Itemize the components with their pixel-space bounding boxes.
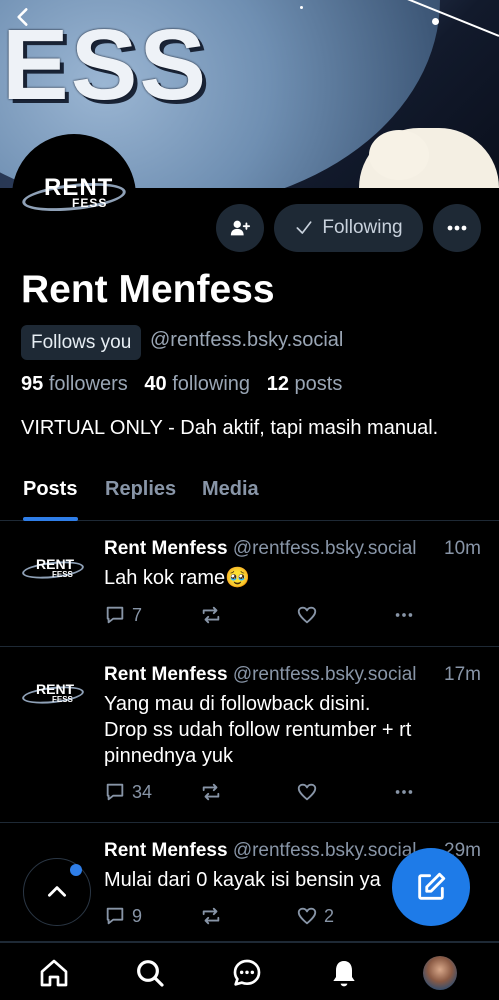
post-more-button[interactable] (392, 604, 416, 626)
banner-star (300, 6, 303, 9)
repost-button[interactable] (200, 905, 228, 927)
reply-button[interactable]: 9 (104, 905, 142, 927)
repost-icon (202, 783, 220, 801)
heart-icon (297, 783, 317, 801)
banner-star (432, 18, 439, 25)
reply-button[interactable]: 7 (104, 604, 142, 626)
nav-profile[interactable] (423, 956, 457, 990)
more-horizontal-icon (395, 613, 413, 617)
chevron-left-icon (17, 8, 28, 26)
search-icon (137, 960, 164, 987)
post-header: Rent Menfess @rentfess.bsky.social (104, 664, 438, 686)
back-button[interactable] (10, 4, 38, 32)
reply-button[interactable]: 34 (104, 781, 152, 803)
rentfess-logo: RENT FESS (20, 174, 128, 218)
nav-home[interactable] (37, 956, 71, 990)
profile-handle: @rentfess.bsky.social (150, 329, 344, 351)
post-author[interactable]: Rent Menfess (104, 538, 228, 559)
post-actions: 7 (104, 604, 444, 628)
chevron-up-icon (48, 886, 66, 897)
following-link[interactable]: 40 following (144, 373, 250, 395)
compose-icon (418, 872, 446, 900)
post-item[interactable]: RENT FESS Rent Menfess @rentfess.bsky.soc… (0, 522, 499, 647)
active-tab-indicator (23, 517, 78, 521)
post-more-button[interactable] (392, 781, 416, 803)
like-button[interactable] (296, 604, 324, 626)
more-horizontal-icon (447, 225, 467, 231)
bottom-navigation (0, 942, 499, 1000)
new-posts-indicator (70, 864, 82, 876)
like-button[interactable] (296, 781, 324, 803)
like-button[interactable]: 2 (296, 905, 334, 927)
nav-notifications[interactable] (327, 956, 361, 990)
nav-search[interactable] (133, 956, 167, 990)
profile-avatar[interactable]: RENT FESS (12, 134, 136, 258)
home-icon (40, 959, 68, 987)
profile-display-name: Rent Menfess (21, 268, 275, 311)
banner-cloud (369, 130, 429, 180)
posts-count: 12 posts (266, 373, 343, 395)
post-avatar[interactable]: RENT FESS (21, 538, 85, 600)
post-actions: 9 2 (104, 905, 444, 929)
comment-icon (106, 907, 124, 925)
person-plus-icon (230, 220, 251, 236)
post-handle: @rentfess.bsky.social (232, 840, 417, 861)
heart-icon (297, 907, 317, 925)
repost-icon (202, 907, 220, 925)
following-button[interactable]: Following (274, 204, 423, 252)
post-handle: @rentfess.bsky.social (232, 664, 417, 685)
post-text: Yang mau di followback disini. Drop ss u… (104, 693, 412, 767)
post-author[interactable]: Rent Menfess (104, 840, 228, 861)
post-header: Rent Menfess @rentfess.bsky.social (104, 538, 438, 560)
post-item[interactable]: RENT FESS Rent Menfess @rentfess.bsky.soc… (0, 647, 499, 823)
repost-icon (202, 606, 220, 624)
heart-icon (297, 606, 317, 624)
compose-button[interactable] (392, 848, 470, 926)
profile-stats: 95 followers 40 following 12 posts (21, 373, 342, 396)
post-avatar[interactable]: RENT FESS (21, 663, 85, 725)
profile-avatar (423, 956, 457, 990)
repost-button[interactable] (200, 781, 228, 803)
profile-bio: VIRTUAL ONLY - Dah aktif, tapi masih man… (21, 417, 439, 439)
post-time: 17m (444, 664, 481, 685)
comment-icon (106, 606, 124, 624)
profile-tabs: Posts Replies Media (0, 466, 499, 521)
followers-link[interactable]: 95 followers (21, 373, 128, 395)
add-to-list-button[interactable] (216, 204, 264, 252)
follows-you-badge: Follows you (21, 325, 142, 360)
tab-posts[interactable]: Posts (23, 478, 77, 501)
tab-replies[interactable]: Replies (105, 478, 176, 501)
check-icon (296, 221, 312, 234)
post-actions: 34 (104, 781, 444, 805)
post-handle: @rentfess.bsky.social (232, 538, 417, 559)
repost-button[interactable] (200, 604, 228, 626)
tab-media[interactable]: Media (202, 478, 259, 501)
more-horizontal-icon (395, 790, 413, 794)
post-header: Rent Menfess @rentfess.bsky.social (104, 840, 438, 862)
bell-icon (333, 961, 355, 987)
post-text: Lah kok rame🥹 (104, 567, 251, 589)
more-options-button[interactable] (433, 204, 481, 252)
post-time: 10m (444, 538, 481, 559)
post-author[interactable]: Rent Menfess (104, 664, 228, 685)
following-button-label: Following (322, 217, 403, 238)
nav-chat[interactable] (230, 956, 264, 990)
chat-icon (233, 959, 261, 986)
comment-icon (106, 783, 124, 801)
